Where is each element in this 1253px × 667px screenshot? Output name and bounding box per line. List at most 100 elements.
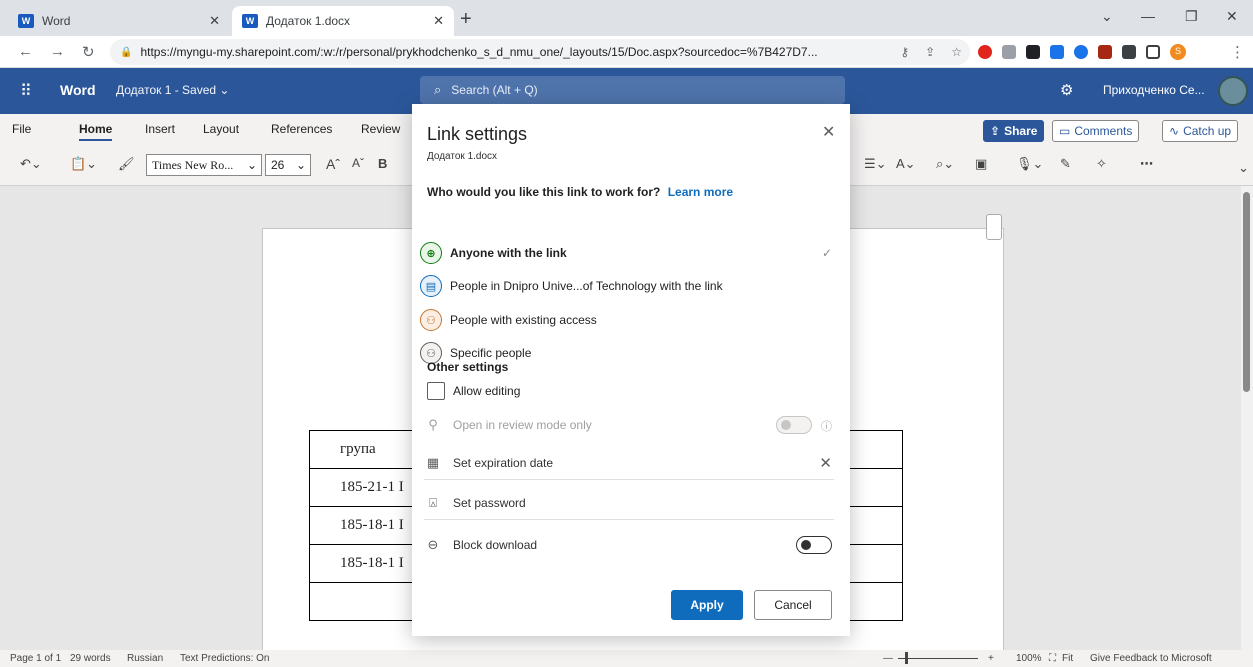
- profile-avatar[interactable]: S: [1170, 44, 1186, 60]
- window-close-icon[interactable]: ✕: [1226, 8, 1238, 25]
- extension-icon[interactable]: [1002, 45, 1016, 59]
- table-cell[interactable]: 185-18-1 І: [309, 544, 415, 583]
- back-icon[interactable]: ←: [18, 43, 33, 60]
- word-count[interactable]: 29 words: [70, 653, 111, 664]
- share-icon: ⇪: [990, 124, 1001, 138]
- expiration-label: Set expiration date: [453, 455, 554, 470]
- key-icon[interactable]: ⚷: [900, 45, 909, 59]
- designer-icon[interactable]: ✎: [1060, 156, 1071, 172]
- reload-icon[interactable]: ↻: [82, 43, 95, 61]
- tab-references[interactable]: References: [271, 122, 332, 136]
- format-painter-icon[interactable]: 🖌: [118, 156, 135, 172]
- expiration-date-row[interactable]: ▦ Set expiration date ✕: [424, 446, 834, 480]
- close-icon[interactable]: ✕: [822, 122, 835, 142]
- zoom-slider-thumb[interactable]: [905, 652, 908, 664]
- document-title[interactable]: Додаток 1 - Saved ⌄: [116, 83, 229, 97]
- share-button[interactable]: ⇪ Share: [983, 120, 1045, 142]
- address-bar[interactable]: 🔒 https://myngu-my.sharepoint.com/:w:/r/…: [110, 39, 970, 65]
- table-cell[interactable]: група: [309, 430, 415, 469]
- zoom-in-icon[interactable]: +: [988, 653, 994, 664]
- font-family-select[interactable]: Times New Ro... ⌄: [146, 154, 262, 176]
- page-count[interactable]: Page 1 of 1: [10, 653, 61, 664]
- tab-close-icon[interactable]: ✕: [433, 13, 444, 29]
- extension-icon[interactable]: [1050, 45, 1064, 59]
- calendar-icon: ▦: [426, 454, 440, 470]
- table-cell[interactable]: 185-18-1 І: [309, 506, 415, 545]
- minimize-icon[interactable]: —: [1141, 8, 1155, 24]
- grow-font-icon[interactable]: Aˆ: [326, 156, 340, 172]
- allow-editing-checkbox[interactable]: [427, 382, 445, 400]
- editor-icon[interactable]: ▣: [975, 156, 987, 172]
- sidepanel-icon[interactable]: [1146, 45, 1160, 59]
- zoom-out-icon[interactable]: —: [883, 653, 893, 664]
- table-cell[interactable]: [309, 582, 415, 621]
- find-icon[interactable]: ⌕⌄: [936, 156, 954, 172]
- browser-menu-icon[interactable]: ⋮: [1230, 43, 1245, 61]
- password-row[interactable]: ⍓ Set password: [424, 486, 834, 520]
- font-size-select[interactable]: 26 ⌄: [265, 154, 311, 176]
- comments-button[interactable]: ▭ Comments: [1052, 120, 1140, 142]
- restore-icon[interactable]: ❐: [1185, 8, 1198, 25]
- share-page-icon[interactable]: ⇪: [925, 45, 935, 59]
- puzzle-icon[interactable]: [1122, 45, 1136, 59]
- table-cell[interactable]: 185-21-1 І: [309, 468, 415, 507]
- forward-icon[interactable]: →: [50, 43, 65, 60]
- clipboard-icon[interactable]: 📋⌄: [70, 156, 97, 172]
- option-anyone[interactable]: ⊕ Anyone with the link ✓: [420, 238, 842, 268]
- learn-more-link[interactable]: Learn more: [668, 185, 733, 199]
- tab-home[interactable]: Home: [79, 122, 113, 141]
- bold-icon[interactable]: B: [378, 156, 387, 171]
- settings-gear-icon[interactable]: ⚙: [1060, 81, 1073, 99]
- search-input[interactable]: ⌕ Search (Alt + Q): [420, 76, 845, 104]
- url-text: https://myngu-my.sharepoint.com/:w:/r/pe…: [140, 45, 818, 59]
- expand-ribbon-icon[interactable]: ⌄: [1238, 160, 1249, 176]
- apply-button[interactable]: Apply: [671, 590, 743, 620]
- more-options-icon[interactable]: ⋯: [1140, 156, 1153, 172]
- bookmark-star-icon[interactable]: ☆: [951, 45, 962, 59]
- allow-editing-row[interactable]: Allow editing: [427, 382, 520, 400]
- text-predictions[interactable]: Text Predictions: On: [180, 653, 269, 664]
- review-mode-toggle[interactable]: [776, 416, 812, 434]
- zoom-slider[interactable]: [898, 658, 978, 659]
- user-name[interactable]: Приходченко Се...: [1103, 83, 1205, 97]
- vertical-scrollbar[interactable]: [1241, 186, 1253, 650]
- new-tab-icon[interactable]: +: [460, 8, 472, 31]
- tab-file[interactable]: File: [12, 122, 31, 136]
- extension-icon[interactable]: [1026, 45, 1040, 59]
- language[interactable]: Russian: [127, 653, 163, 664]
- user-avatar[interactable]: [1218, 76, 1248, 106]
- tab-review[interactable]: Review: [361, 122, 400, 136]
- shrink-font-icon[interactable]: Aˇ: [352, 156, 364, 170]
- tab-close-icon[interactable]: ✕: [209, 13, 220, 29]
- app-name[interactable]: Word: [60, 82, 96, 98]
- option-organization[interactable]: ▤ People in Dnipro Unive...of Technology…: [420, 271, 842, 301]
- opera-extension-icon[interactable]: [978, 45, 992, 59]
- browser-tab-word[interactable]: W Word ✕: [8, 6, 230, 36]
- dictate-icon[interactable]: 🎙⌄: [1016, 156, 1043, 172]
- sparkle-icon[interactable]: ✧: [1096, 156, 1107, 172]
- block-download-toggle[interactable]: [796, 536, 832, 554]
- styles-icon[interactable]: A⌄: [896, 156, 916, 172]
- dialog-title: Link settings: [427, 124, 528, 144]
- scrollbar-thumb[interactable]: [1243, 192, 1250, 392]
- checkmark-icon: ✓: [821, 246, 832, 260]
- zoom-level[interactable]: 100%: [1016, 653, 1042, 664]
- tab-insert[interactable]: Insert: [145, 122, 175, 136]
- feedback-link[interactable]: Give Feedback to Microsoft: [1090, 653, 1212, 664]
- option-label: Specific people: [450, 346, 532, 360]
- fit-label[interactable]: Fit: [1062, 653, 1073, 664]
- info-icon[interactable]: ⓘ: [821, 418, 832, 434]
- undo-icon[interactable]: ↶⌄: [20, 156, 42, 172]
- clear-expiration-icon[interactable]: ✕: [819, 454, 832, 472]
- catch-up-button[interactable]: ∿ Catch up: [1162, 120, 1239, 142]
- option-existing-access[interactable]: ⚇ People with existing access: [420, 305, 842, 335]
- browser-tab-document[interactable]: W Додаток 1.docx ✕: [232, 6, 454, 36]
- align-icon[interactable]: ☰⌄: [864, 156, 887, 172]
- tab-search-chevron-icon[interactable]: ⌄: [1101, 8, 1113, 25]
- tab-layout[interactable]: Layout: [203, 122, 239, 136]
- cancel-button[interactable]: Cancel: [754, 590, 832, 620]
- app-launcher-icon[interactable]: ⠿: [20, 81, 32, 101]
- extension-icon[interactable]: [1074, 45, 1088, 59]
- fit-icon[interactable]: ⛶: [1049, 653, 1056, 664]
- extension-icon[interactable]: [1098, 45, 1112, 59]
